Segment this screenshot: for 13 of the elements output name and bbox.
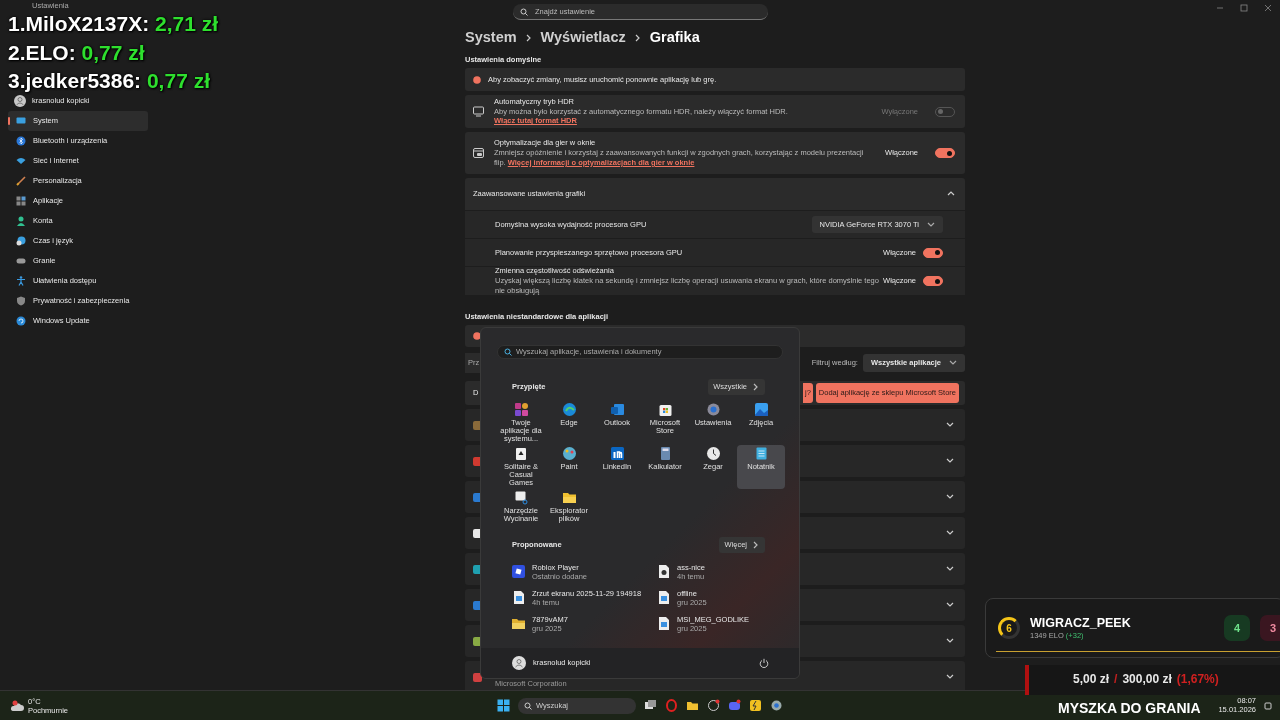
wins-badge: 4	[1224, 615, 1250, 641]
goal-raised: 5,00 zł	[1073, 672, 1110, 688]
banner-text: MYSZKA DO GRANIA	[1058, 699, 1201, 718]
leaderboard-entry: 1.MiloX2137X: 2,71 zł	[8, 11, 219, 37]
leaderboard-entry: 2.ELO: 0,77 zł	[8, 39, 145, 66]
goal-percent: (1,67%)	[1176, 672, 1219, 688]
page-title: Grafika	[649, 28, 700, 47]
player-name: WIGRACZ_PEEK	[1030, 615, 1131, 632]
goal-separator: /	[1114, 672, 1118, 688]
goal-target: 300,00 zł	[1122, 672, 1172, 688]
level-badge: 6	[998, 617, 1020, 639]
losses-badge: 3	[1260, 615, 1280, 641]
leaderboard-entry: 3.jedker5386: 0,77 zł	[8, 68, 210, 94]
